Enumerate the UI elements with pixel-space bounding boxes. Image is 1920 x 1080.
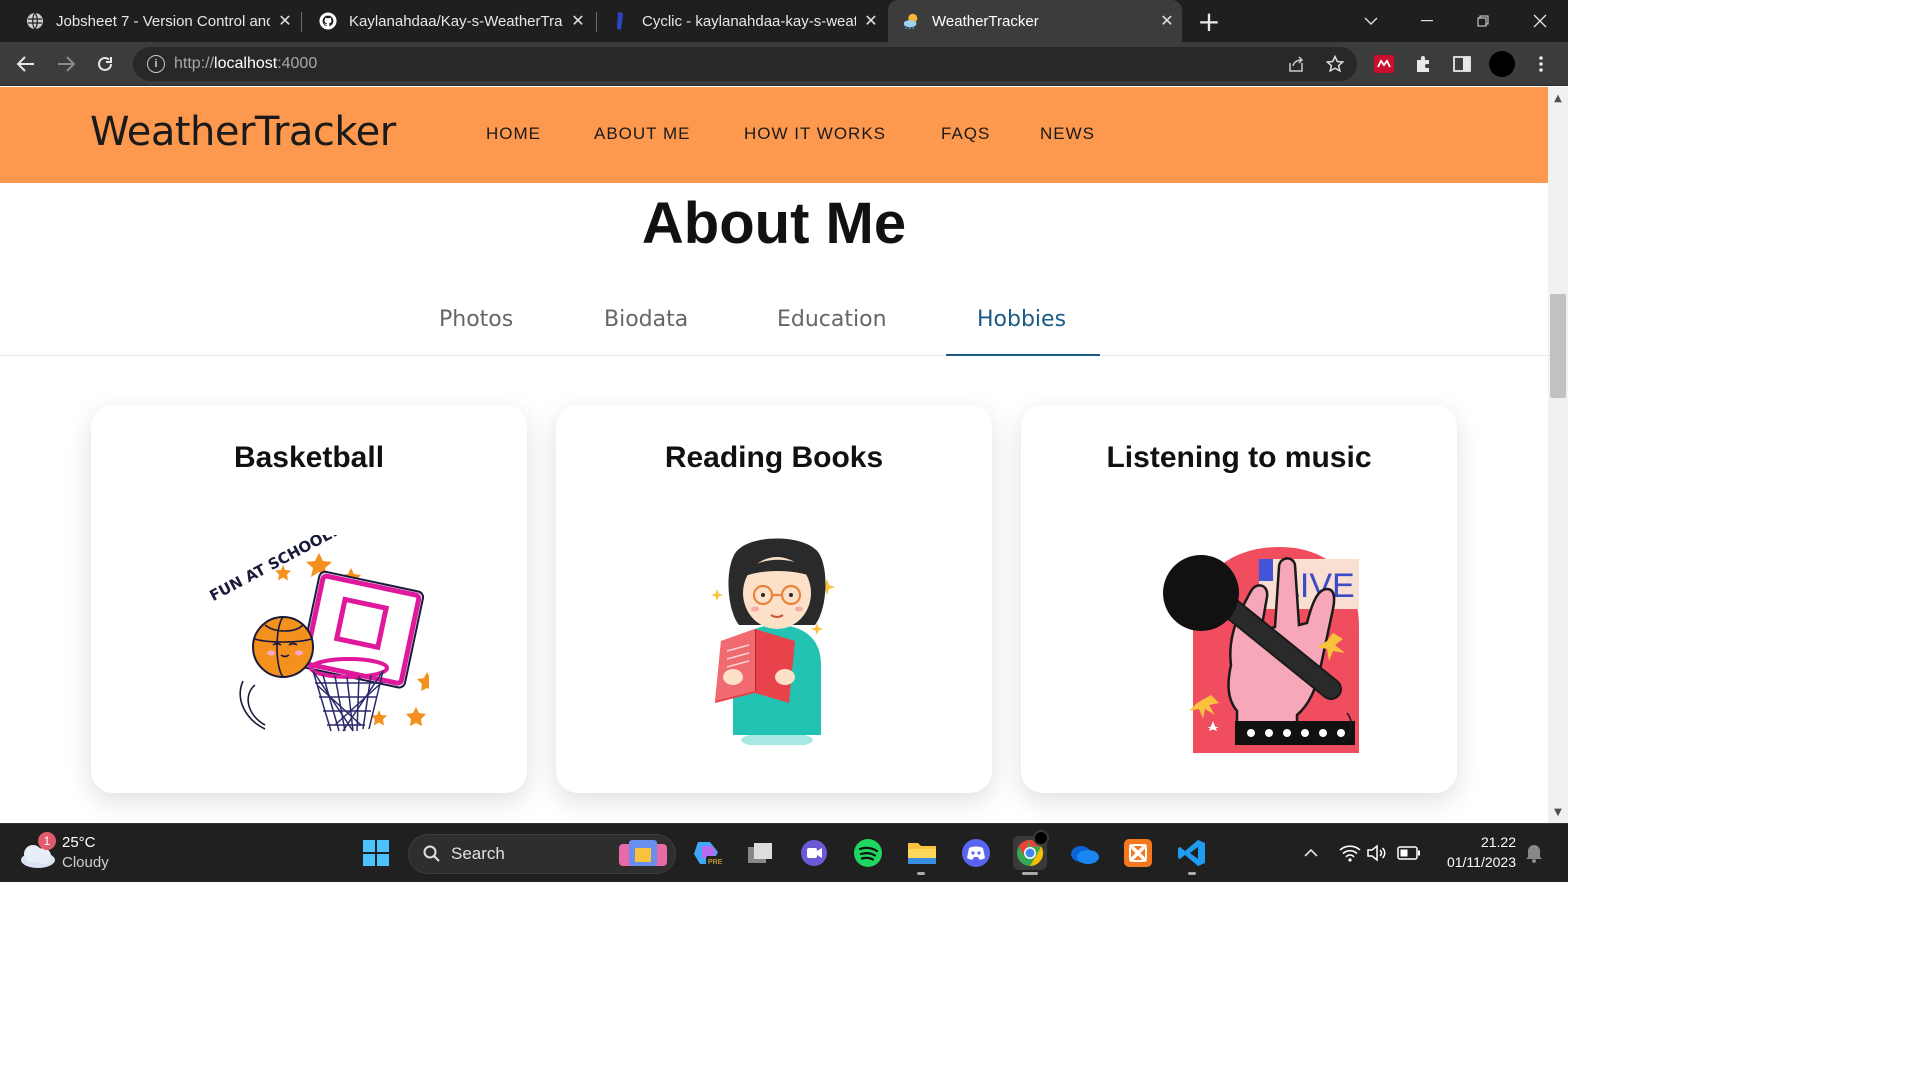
clock-time[interactable]: 21.22 xyxy=(1470,834,1516,850)
side-panel-icon[interactable] xyxy=(1446,48,1478,80)
site-brand[interactable]: WeatherTracker xyxy=(90,109,396,155)
hobby-card-title: Reading Books xyxy=(664,441,884,474)
globe-icon xyxy=(26,12,44,30)
running-indicator xyxy=(917,872,925,875)
weather-widget-icon[interactable]: 1 xyxy=(18,832,58,870)
volume-icon[interactable] xyxy=(1360,836,1394,870)
windows-start-icon[interactable] xyxy=(359,836,393,870)
chrome-profile-badge xyxy=(1033,830,1049,846)
forward-button[interactable] xyxy=(50,48,82,80)
scrollbar-thumb[interactable] xyxy=(1550,294,1566,398)
reload-button[interactable] xyxy=(89,48,121,80)
reading-girl-illustration xyxy=(556,535,992,765)
active-tab-indicator xyxy=(946,354,1100,356)
running-indicator xyxy=(1022,872,1038,875)
copilot-icon[interactable]: PRE xyxy=(690,836,724,870)
url-text: http://localhost:4000 xyxy=(174,55,318,72)
profile-avatar[interactable] xyxy=(1486,48,1518,80)
browser-tab-active[interactable]: WeatherTracker ✕ xyxy=(888,0,1182,42)
nav-how-it-works[interactable]: HOW IT WORKS xyxy=(744,124,886,144)
bookmark-star-icon[interactable] xyxy=(1319,48,1351,80)
clipchamp-icon[interactable] xyxy=(797,836,831,870)
github-icon xyxy=(319,12,337,30)
browser-tab-strip: Jobsheet 7 - Version Control and ✕ Kayla… xyxy=(0,0,1568,42)
extension-mendeley-icon[interactable] xyxy=(1368,48,1400,80)
show-hidden-icons-chevron-icon[interactable] xyxy=(1294,836,1328,870)
hobby-card-title: Basketball xyxy=(233,441,385,474)
weather-description[interactable]: Cloudy xyxy=(62,854,109,871)
browser-menu-icon[interactable] xyxy=(1525,48,1557,80)
clock-date[interactable]: 01/11/2023 xyxy=(1430,854,1516,870)
task-view-icon[interactable] xyxy=(743,836,777,870)
site-info-icon[interactable]: i xyxy=(147,55,165,73)
hobby-card-title: Listening to music xyxy=(1106,441,1372,474)
browser-tab[interactable]: Kaylanahdaa/Kay-s-WeatherTrac ✕ xyxy=(293,0,593,42)
nav-news[interactable]: NEWS xyxy=(1040,124,1095,144)
close-tab-icon[interactable]: ✕ xyxy=(1152,11,1182,31)
browser-tab-title: Jobsheet 7 - Version Control and xyxy=(56,12,270,30)
hobby-card: Listening to music LIVE xyxy=(1021,405,1457,793)
notification-bell-icon[interactable] xyxy=(1517,836,1551,870)
search-highlight-icon xyxy=(615,838,671,874)
running-indicator xyxy=(1188,872,1196,875)
browser-tab[interactable]: Cyclic - kaylanahdaa-kay-s-weat ✕ xyxy=(586,0,886,42)
address-bar[interactable]: i http://localhost:4000 xyxy=(133,47,1357,81)
nav-about-me[interactable]: ABOUT ME xyxy=(594,124,690,144)
tab-biodata[interactable]: Biodata xyxy=(604,307,688,332)
search-icon xyxy=(423,845,440,862)
onedrive-icon[interactable] xyxy=(1067,836,1101,870)
basketball-illustration: FUN AT SCHOOL! xyxy=(91,535,527,765)
restore-button[interactable] xyxy=(1456,0,1510,42)
tab-education[interactable]: Education xyxy=(777,307,887,332)
scroll-up-arrow-icon[interactable]: ▲ xyxy=(1551,92,1565,106)
windows-taskbar: 1 25°C Cloudy Search PRE 21.22 01/11/202… xyxy=(0,823,1568,882)
browser-tab-title: Kaylanahdaa/Kay-s-WeatherTrac xyxy=(349,12,563,30)
microphone-illustration: LIVE xyxy=(1021,535,1457,765)
xampp-icon[interactable] xyxy=(1121,836,1155,870)
browser-toolbar: i http://localhost:4000 xyxy=(0,42,1568,86)
new-tab-button[interactable]: + xyxy=(1182,0,1236,42)
file-explorer-icon[interactable] xyxy=(905,836,939,875)
browser-tab-title: Cyclic - kaylanahdaa-kay-s-weat xyxy=(642,12,856,30)
spotify-icon[interactable] xyxy=(851,836,885,870)
close-tab-icon[interactable]: ✕ xyxy=(856,11,886,31)
discord-icon[interactable] xyxy=(959,836,993,870)
cyclic-icon xyxy=(612,12,630,30)
search-label: Search xyxy=(451,844,505,863)
hobby-card: Basketball FUN AT SCHOOL! xyxy=(91,405,527,793)
page-scrollbar[interactable] xyxy=(1548,87,1568,823)
hobby-card: Reading Books xyxy=(556,405,992,793)
weather-notification-badge: 1 xyxy=(38,832,56,850)
scroll-down-arrow-icon[interactable]: ▼ xyxy=(1551,806,1565,820)
battery-icon[interactable] xyxy=(1392,836,1426,870)
tabs-divider xyxy=(0,355,1548,356)
tab-hobbies[interactable]: Hobbies xyxy=(977,307,1066,332)
extensions-puzzle-icon[interactable] xyxy=(1407,48,1439,80)
browser-tab-title: WeatherTracker xyxy=(932,12,1039,30)
nav-faqs[interactable]: FAQS xyxy=(941,124,990,144)
page-title: About Me xyxy=(641,191,907,256)
browser-tab[interactable]: Jobsheet 7 - Version Control and ✕ xyxy=(0,0,300,42)
close-window-button[interactable] xyxy=(1512,0,1568,42)
svg-text:PRE: PRE xyxy=(708,859,722,866)
weather-icon xyxy=(902,12,920,30)
weather-temperature[interactable]: 25°C xyxy=(62,834,96,851)
page-viewport: WeatherTracker HOME ABOUT ME HOW IT WORK… xyxy=(0,87,1548,823)
vscode-icon[interactable] xyxy=(1175,836,1209,875)
minimize-button[interactable] xyxy=(1400,0,1454,42)
site-navbar: WeatherTracker HOME ABOUT ME HOW IT WORK… xyxy=(0,87,1548,183)
tab-search-chevron-icon[interactable] xyxy=(1344,0,1398,42)
back-button[interactable] xyxy=(10,48,42,80)
nav-home[interactable]: HOME xyxy=(486,124,541,144)
share-icon[interactable] xyxy=(1280,48,1312,80)
taskbar-search-box[interactable]: Search xyxy=(408,834,676,874)
tab-photos[interactable]: Photos xyxy=(439,307,513,332)
chrome-icon[interactable] xyxy=(1013,830,1049,875)
